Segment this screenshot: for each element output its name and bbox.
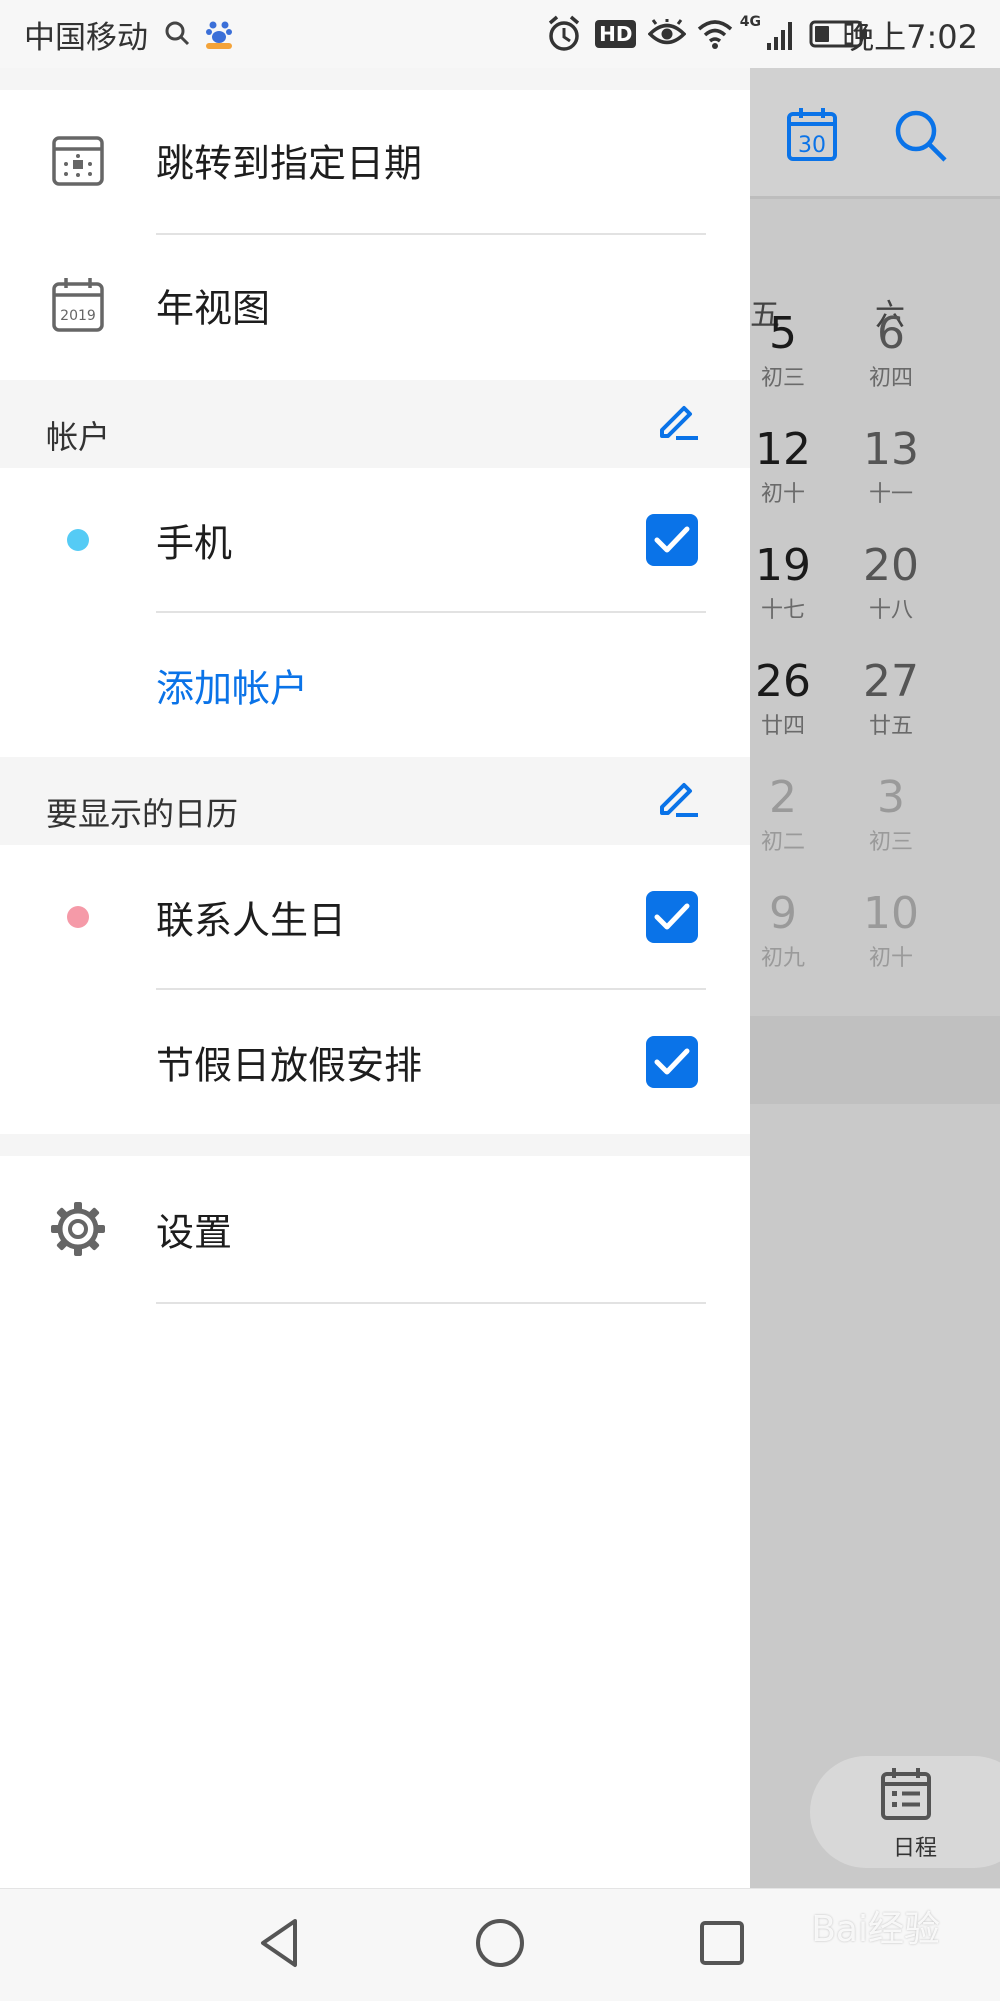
watermark: Bai经验 bbox=[811, 1909, 940, 1950]
edit-accounts-icon[interactable] bbox=[656, 398, 700, 442]
wifi-icon bbox=[697, 20, 732, 49]
calendars-section-title: 要显示的日历 bbox=[46, 795, 239, 833]
navigation-drawer: 跳转到指定日期 2019 年视图 帐户 手机 添加帐户 要显示的日历 联系人生日… bbox=[0, 68, 750, 1888]
account-phone-item[interactable]: 手机 bbox=[0, 468, 750, 612]
add-account-link[interactable]: 添加帐户 bbox=[156, 658, 308, 713]
schedule-list-icon bbox=[881, 1768, 931, 1820]
gear-icon bbox=[51, 1202, 105, 1256]
edit-calendars-icon[interactable] bbox=[656, 775, 700, 819]
year-icon-text: 2019 bbox=[60, 308, 96, 324]
account-phone-label: 手机 bbox=[156, 521, 233, 566]
checkmark-icon bbox=[654, 1048, 690, 1075]
alarm-icon bbox=[548, 15, 580, 51]
calendars-section-header: 要显示的日历 bbox=[0, 757, 750, 845]
holiday-calendar-item[interactable]: 节假日放假安排 bbox=[0, 990, 750, 1134]
home-icon[interactable] bbox=[474, 1915, 526, 1971]
calendar-toolbar: 30 bbox=[750, 68, 1000, 199]
accounts-section-header: 帐户 bbox=[0, 380, 750, 468]
checkmark-icon bbox=[654, 903, 690, 930]
baidu-paw-icon bbox=[206, 21, 232, 49]
holiday-calendar-checkbox[interactable] bbox=[646, 1036, 698, 1088]
schedule-tab-label: 日程 bbox=[893, 1836, 938, 1861]
calendar-day[interactable]: 20 十八 bbox=[836, 542, 946, 624]
account-color-dot bbox=[67, 529, 89, 551]
section-gap bbox=[0, 1134, 750, 1156]
settings-label: 设置 bbox=[156, 1210, 233, 1255]
network-type-label: 4G bbox=[739, 14, 761, 30]
calendar-search-icon[interactable] bbox=[893, 108, 949, 164]
clock-time: 晚上7:02 bbox=[842, 18, 978, 56]
eye-comfort-icon bbox=[647, 19, 687, 45]
calendar-year-icon: 2019 bbox=[52, 278, 104, 332]
calendar-day[interactable]: 10 初十 bbox=[836, 890, 946, 972]
recent-apps-icon[interactable] bbox=[698, 1915, 746, 1971]
holiday-calendar-label: 节假日放假安排 bbox=[156, 1043, 423, 1088]
search-icon bbox=[165, 21, 190, 46]
birthday-calendar-item[interactable]: 联系人生日 bbox=[0, 845, 750, 989]
hd-badge: HD bbox=[595, 20, 637, 48]
checkmark-icon bbox=[654, 526, 690, 553]
signal-icon bbox=[767, 22, 793, 50]
divider bbox=[156, 1302, 706, 1304]
calendar-day[interactable]: 13 十一 bbox=[836, 426, 946, 508]
status-bar: 中国移动 HD 4G 晚上7:02 bbox=[0, 0, 1000, 68]
settings-item[interactable]: 设置 bbox=[0, 1156, 750, 1302]
today-calendar-icon[interactable]: 30 bbox=[786, 106, 838, 162]
calendar-divider-band bbox=[750, 1016, 1000, 1104]
calendar-day[interactable]: 27 廿五 bbox=[836, 658, 946, 740]
carrier-name: 中国移动 bbox=[24, 20, 148, 56]
jump-to-date-item[interactable]: 跳转到指定日期 bbox=[0, 90, 750, 230]
year-view-item[interactable]: 2019 年视图 bbox=[0, 235, 750, 375]
jump-to-date-label: 跳转到指定日期 bbox=[156, 141, 423, 186]
birthday-calendar-label: 联系人生日 bbox=[156, 898, 347, 943]
back-icon[interactable] bbox=[255, 1915, 303, 1971]
calendar-day[interactable]: 3 初三 bbox=[836, 774, 946, 856]
background-calendar: 30 五 六 5 初三 6 初四 12 初十 13 十一 19 十七 20 十八 26 廿四 … bbox=[750, 68, 1000, 1908]
calendar-day[interactable]: 6 初四 bbox=[836, 310, 946, 392]
account-phone-checkbox[interactable] bbox=[646, 514, 698, 566]
today-number: 30 bbox=[798, 133, 826, 158]
calendar-goto-icon bbox=[52, 136, 104, 186]
year-view-label: 年视图 bbox=[156, 286, 271, 331]
birthday-calendar-checkbox[interactable] bbox=[646, 891, 698, 943]
accounts-section-title: 帐户 bbox=[46, 418, 111, 456]
drawer-top-gap bbox=[0, 68, 750, 90]
schedule-tab-button[interactable]: 日程 bbox=[810, 1756, 1000, 1868]
calendar-color-dot bbox=[67, 906, 89, 928]
add-account-item[interactable]: 添加帐户 bbox=[0, 613, 750, 757]
